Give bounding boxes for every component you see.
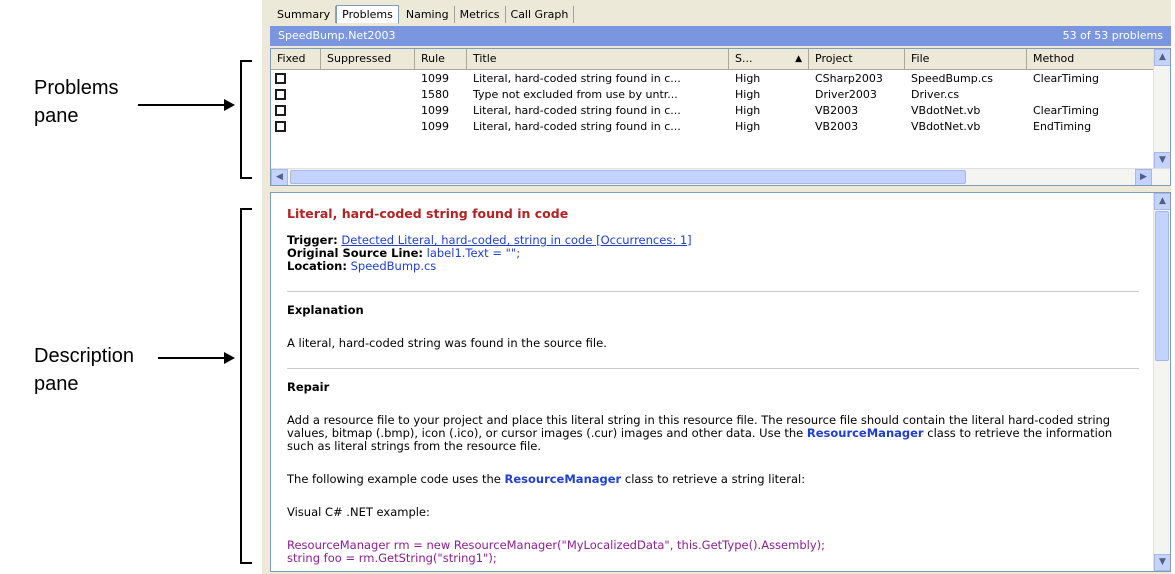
grid-vertical-scrollbar[interactable]: ▲ ▼ bbox=[1153, 49, 1170, 169]
fixed-checkbox[interactable] bbox=[275, 120, 286, 132]
grid-horizontal-scrollbar[interactable]: ◀ ▶ bbox=[271, 168, 1170, 185]
file-cell: SpeedBump.cs bbox=[911, 72, 993, 85]
solution-name: SpeedBump.Net2003 bbox=[278, 29, 396, 42]
horizontal-scroll-thumb[interactable] bbox=[290, 170, 966, 184]
source-label: Original Source Line: bbox=[287, 246, 423, 260]
solution-titlebar: SpeedBump.Net2003 53 of 53 problems bbox=[270, 26, 1171, 46]
right-arrow-icon[interactable]: ▶ bbox=[1135, 169, 1152, 185]
severity-cell: High bbox=[735, 72, 761, 85]
description-pane: Literal, hard-coded string found in code… bbox=[270, 192, 1171, 572]
severity-cell: High bbox=[735, 120, 761, 133]
example-intro: The following example code uses the Reso… bbox=[287, 472, 806, 486]
problems-arrow-head bbox=[224, 99, 235, 111]
problems-arrow-line bbox=[138, 104, 226, 106]
description-pane-callout: Description pane bbox=[34, 342, 134, 398]
column-header-file[interactable]: File bbox=[905, 49, 1027, 69]
repair-heading: Repair bbox=[287, 380, 330, 394]
tab-metrics[interactable]: Metrics bbox=[455, 5, 506, 23]
location-line: Location: SpeedBump.cs bbox=[287, 260, 1139, 273]
tab-problems[interactable]: Problems bbox=[336, 4, 399, 24]
fixed-checkbox[interactable] bbox=[275, 88, 286, 100]
description-vertical-scrollbar[interactable]: ▲ ▼ bbox=[1153, 193, 1170, 571]
table-row[interactable]: 1580 Type not excluded from use by untr.… bbox=[271, 87, 1170, 103]
rule-cell: 1099 bbox=[421, 104, 449, 117]
column-header-fixed[interactable]: Fixed bbox=[271, 49, 321, 69]
down-arrow-icon[interactable]: ▼ bbox=[1154, 554, 1170, 571]
column-header-title[interactable]: Title bbox=[467, 49, 729, 69]
method-cell: ClearTiming bbox=[1033, 104, 1099, 117]
column-header-project[interactable]: Project bbox=[809, 49, 905, 69]
left-arrow-icon[interactable]: ◀ bbox=[271, 169, 288, 185]
divider bbox=[287, 368, 1139, 369]
problems-callout-line1: Problems bbox=[34, 77, 119, 99]
table-row[interactable]: 1099 Literal, hard-coded string found in… bbox=[271, 71, 1170, 87]
grid-body: 1099 Literal, hard-coded string found in… bbox=[271, 70, 1170, 135]
table-row[interactable]: 1099 Literal, hard-coded string found in… bbox=[271, 103, 1170, 119]
table-row[interactable]: 1099 Literal, hard-coded string found in… bbox=[271, 119, 1170, 135]
vertical-scroll-thumb[interactable] bbox=[1155, 211, 1169, 361]
sort-ascending-icon: ▲ bbox=[795, 54, 802, 64]
fixed-checkbox[interactable] bbox=[275, 104, 286, 116]
method-cell: ClearTiming bbox=[1033, 72, 1099, 85]
project-cell: VB2003 bbox=[815, 104, 859, 117]
resource-manager-keyword: ResourceManager bbox=[504, 472, 622, 486]
problems-bracket bbox=[240, 60, 252, 179]
severity-cell: High bbox=[735, 104, 761, 117]
title-cell: Literal, hard-coded string found in c... bbox=[473, 120, 681, 133]
source-value: label1.Text = ""; bbox=[426, 246, 521, 260]
column-header-suppressed[interactable]: Suppressed bbox=[321, 49, 415, 69]
column-header-rule[interactable]: Rule bbox=[415, 49, 467, 69]
problems-callout-line2: pane bbox=[34, 105, 79, 127]
up-arrow-icon[interactable]: ▲ bbox=[1154, 49, 1170, 66]
code-line: string foo = rm.GetString("string1"); bbox=[287, 551, 497, 565]
tab-summary[interactable]: Summary bbox=[272, 5, 337, 23]
title-cell: Literal, hard-coded string found in c... bbox=[473, 104, 681, 117]
description-arrow-head bbox=[224, 352, 235, 364]
tab-strip: Summary Problems Naming Metrics Call Gra… bbox=[272, 4, 575, 24]
description-callout-line1: Description bbox=[34, 345, 135, 367]
down-arrow-icon[interactable]: ▼ bbox=[1154, 152, 1170, 169]
file-cell: Driver.cs bbox=[911, 88, 960, 101]
description-content: Literal, hard-coded string found in code… bbox=[287, 207, 1139, 565]
tab-call-graph[interactable]: Call Graph bbox=[506, 5, 575, 23]
description-arrow-line bbox=[158, 357, 226, 359]
problem-title: Literal, hard-coded string found in code bbox=[287, 206, 569, 221]
rule-cell: 1099 bbox=[421, 120, 449, 133]
up-arrow-icon[interactable]: ▲ bbox=[1154, 193, 1170, 210]
grid-header: Fixed Suppressed Rule Title S... ▲ Proje… bbox=[271, 49, 1170, 70]
problems-pane: Fixed Suppressed Rule Title S... ▲ Proje… bbox=[270, 48, 1171, 186]
description-callout-line2: pane bbox=[34, 373, 79, 395]
location-label: Location: bbox=[287, 259, 347, 273]
tab-naming[interactable]: Naming bbox=[401, 5, 455, 23]
method-cell bbox=[1027, 87, 1137, 103]
project-cell: VB2003 bbox=[815, 120, 859, 133]
trigger-label: Trigger: bbox=[287, 233, 338, 247]
fixed-checkbox[interactable] bbox=[275, 72, 286, 84]
explanation-heading: Explanation bbox=[287, 303, 364, 317]
problems-pane-callout: Problems pane bbox=[34, 74, 118, 130]
project-cell: Driver2003 bbox=[815, 88, 877, 101]
divider bbox=[287, 291, 1139, 292]
file-cell: VBdotNet.vb bbox=[911, 104, 981, 117]
visual-csharp-label: Visual C# .NET example: bbox=[287, 505, 430, 519]
column-header-severity[interactable]: S... ▲ bbox=[729, 49, 809, 69]
method-cell: EndTiming bbox=[1033, 120, 1092, 133]
analyzer-window: Summary Problems Naming Metrics Call Gra… bbox=[262, 0, 1171, 574]
rule-cell: 1580 bbox=[421, 88, 449, 101]
file-cell: VBdotNet.vb bbox=[911, 120, 981, 133]
rule-cell: 1099 bbox=[421, 72, 449, 85]
project-cell: CSharp2003 bbox=[815, 72, 883, 85]
description-bracket bbox=[240, 208, 252, 564]
repair-text: Add a resource file to your project and … bbox=[287, 413, 1113, 453]
location-value[interactable]: SpeedBump.cs bbox=[351, 259, 437, 273]
explanation-text: A literal, hard-coded string was found i… bbox=[287, 336, 607, 350]
severity-cell: High bbox=[735, 88, 761, 101]
title-cell: Literal, hard-coded string found in c... bbox=[473, 72, 681, 85]
problem-count: 53 of 53 problems bbox=[1062, 29, 1163, 42]
code-sample: ResourceManager rm = new ResourceManager… bbox=[287, 539, 1139, 565]
trigger-link[interactable]: Detected Literal, hard-coded, string in … bbox=[341, 233, 691, 247]
title-cell: Type not excluded from use by untr... bbox=[473, 88, 678, 101]
resource-manager-keyword: ResourceManager bbox=[806, 426, 924, 440]
column-header-method[interactable]: Method bbox=[1027, 49, 1155, 69]
